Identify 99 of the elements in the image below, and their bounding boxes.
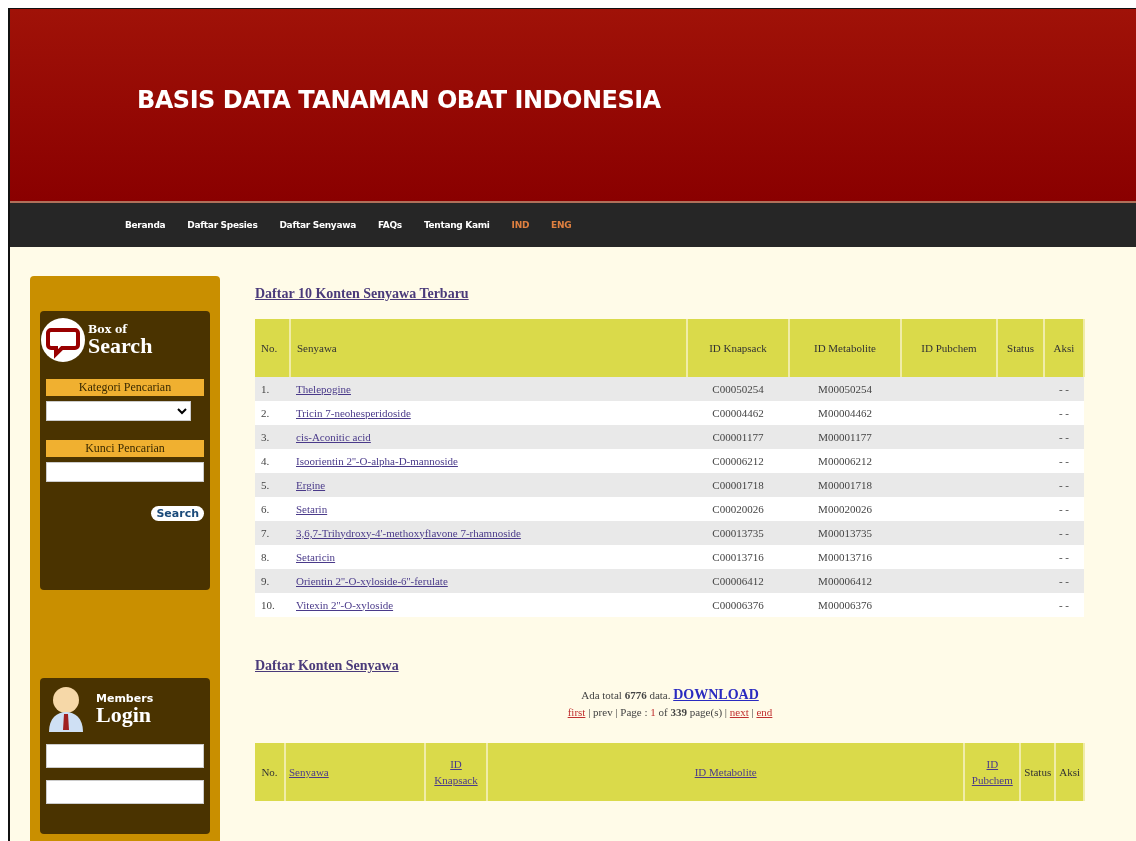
total-text: data. bbox=[648, 689, 672, 701]
section-heading[interactable]: Daftar Konten Senyawa bbox=[255, 658, 399, 674]
compound-link[interactable]: Tricin 7-neohesperidoside bbox=[296, 406, 411, 419]
table-cell: 2. bbox=[255, 401, 290, 425]
table-cell: C00050254 bbox=[687, 377, 789, 401]
compound-link[interactable]: Setaricin bbox=[296, 550, 336, 563]
language-link[interactable]: ENG bbox=[551, 220, 572, 230]
table-cell: - - bbox=[1044, 569, 1084, 593]
table-cell: - - bbox=[1044, 521, 1084, 545]
table-cell: M00013716 bbox=[789, 545, 901, 569]
pager-link[interactable]: end bbox=[756, 706, 773, 718]
table-cell: - - bbox=[1044, 473, 1084, 497]
column-header: ID Metabolite bbox=[789, 319, 901, 377]
table-cell: M00020026 bbox=[789, 497, 901, 521]
table-cell: C00020026 bbox=[687, 497, 789, 521]
column-header: Status bbox=[997, 319, 1044, 377]
pager-text: prev bbox=[592, 706, 614, 718]
table-cell: C00001177 bbox=[687, 425, 789, 449]
category-select[interactable] bbox=[46, 401, 192, 421]
pager-text: of bbox=[657, 706, 669, 718]
separator: | bbox=[751, 706, 754, 718]
table-cell: C00013716 bbox=[687, 545, 789, 569]
compound-link[interactable]: Setarin bbox=[296, 502, 328, 515]
table-cell: C00006412 bbox=[687, 569, 789, 593]
box-title: Search bbox=[88, 334, 153, 357]
column-sort-link[interactable]: ID Metabolite bbox=[694, 763, 757, 781]
column-header: Aksi bbox=[1044, 319, 1084, 377]
table-cell: - - bbox=[1044, 545, 1084, 569]
page-count: 339 bbox=[670, 706, 687, 718]
total-text: Ada total bbox=[581, 689, 623, 701]
table-cell: 6. bbox=[255, 497, 290, 521]
username-field[interactable] bbox=[46, 744, 204, 768]
compound-link[interactable]: cis-Aconitic acid bbox=[296, 430, 371, 443]
table-cell: - - bbox=[1044, 593, 1084, 617]
table-cell: C00004462 bbox=[687, 401, 789, 425]
column-sort-link[interactable]: Senyawa bbox=[289, 763, 329, 781]
table-cell: C00001718 bbox=[687, 473, 789, 497]
table-cell: - - bbox=[1044, 449, 1084, 473]
table-cell: 4. bbox=[255, 449, 290, 473]
table-cell: - - bbox=[1044, 401, 1084, 425]
table-cell: M00006412 bbox=[789, 569, 901, 593]
column-header: ID Pubchem bbox=[901, 319, 997, 377]
column-header: ID Knapsack bbox=[687, 319, 789, 377]
keyword-field[interactable] bbox=[46, 462, 204, 482]
field-label: Kunci Pencarian bbox=[46, 440, 204, 457]
box-subtitle: Members bbox=[96, 692, 154, 704]
user-icon bbox=[46, 684, 86, 734]
table-cell: M00001177 bbox=[789, 425, 901, 449]
table-cell: C00006212 bbox=[687, 449, 789, 473]
table-cell: M00006212 bbox=[789, 449, 901, 473]
nav-link[interactable]: Daftar Senyawa bbox=[279, 220, 356, 230]
table-cell: - - bbox=[1044, 497, 1084, 521]
column-header: Senyawa bbox=[290, 319, 687, 377]
nav-link[interactable]: FAQs bbox=[378, 220, 402, 230]
current-page: 1 bbox=[650, 706, 656, 718]
nav-link[interactable]: Beranda bbox=[125, 220, 166, 230]
table-cell: M00001718 bbox=[789, 473, 901, 497]
table-cell: 7. bbox=[255, 521, 290, 545]
column-header: Status bbox=[1020, 743, 1056, 801]
download-link[interactable]: DOWNLOAD bbox=[673, 687, 759, 702]
pager-text: Page : bbox=[619, 706, 649, 718]
site-title: BASIS DATA TANAMAN OBAT INDONESIA bbox=[137, 86, 661, 114]
speech-bubble-icon bbox=[40, 317, 86, 363]
compound-link[interactable]: Vitexin 2''-O-xyloside bbox=[296, 598, 394, 611]
total-count: 6776 bbox=[624, 689, 647, 701]
column-header: No. bbox=[255, 319, 290, 377]
table-cell: M00013735 bbox=[789, 521, 901, 545]
table-cell: 1. bbox=[255, 377, 290, 401]
search-button[interactable]: Search bbox=[151, 506, 204, 521]
table-cell: C00006376 bbox=[687, 593, 789, 617]
field-label: Kategori Pencarian bbox=[46, 379, 204, 396]
compound-link[interactable]: Thelepogine bbox=[296, 382, 351, 395]
table-cell: 5. bbox=[255, 473, 290, 497]
pager-link[interactable]: next bbox=[729, 706, 749, 718]
column-header: Aksi bbox=[1055, 743, 1084, 801]
separator: | bbox=[724, 706, 728, 718]
table-cell: - - bbox=[1044, 377, 1084, 401]
pager-text: page(s) bbox=[688, 706, 724, 718]
pager-link[interactable]: first bbox=[567, 706, 586, 718]
language-link[interactable]: IND bbox=[511, 220, 530, 230]
compound-link[interactable]: Ergine bbox=[296, 478, 326, 491]
table-cell: M00004462 bbox=[789, 401, 901, 425]
table-cell: M00006376 bbox=[789, 593, 901, 617]
table-cell: C00013735 bbox=[687, 521, 789, 545]
column-header: No. bbox=[255, 743, 285, 801]
separator: | bbox=[615, 706, 618, 718]
nav-link[interactable]: Tentang Kami bbox=[423, 220, 490, 230]
nav-link[interactable]: Daftar Spesies bbox=[187, 220, 258, 230]
table-cell: 9. bbox=[255, 569, 290, 593]
table-cell: 3. bbox=[255, 425, 290, 449]
table-cell: M00050254 bbox=[789, 377, 901, 401]
box-title: Login bbox=[96, 703, 152, 726]
table-cell: - - bbox=[1044, 425, 1084, 449]
table-cell: 8. bbox=[255, 545, 290, 569]
password-field[interactable] bbox=[46, 780, 204, 804]
section-heading[interactable]: Daftar 10 Konten Senyawa Terbaru bbox=[255, 286, 469, 302]
table-cell: 10. bbox=[255, 593, 290, 617]
box-subtitle: Box of bbox=[88, 323, 129, 335]
separator: | bbox=[588, 706, 591, 718]
